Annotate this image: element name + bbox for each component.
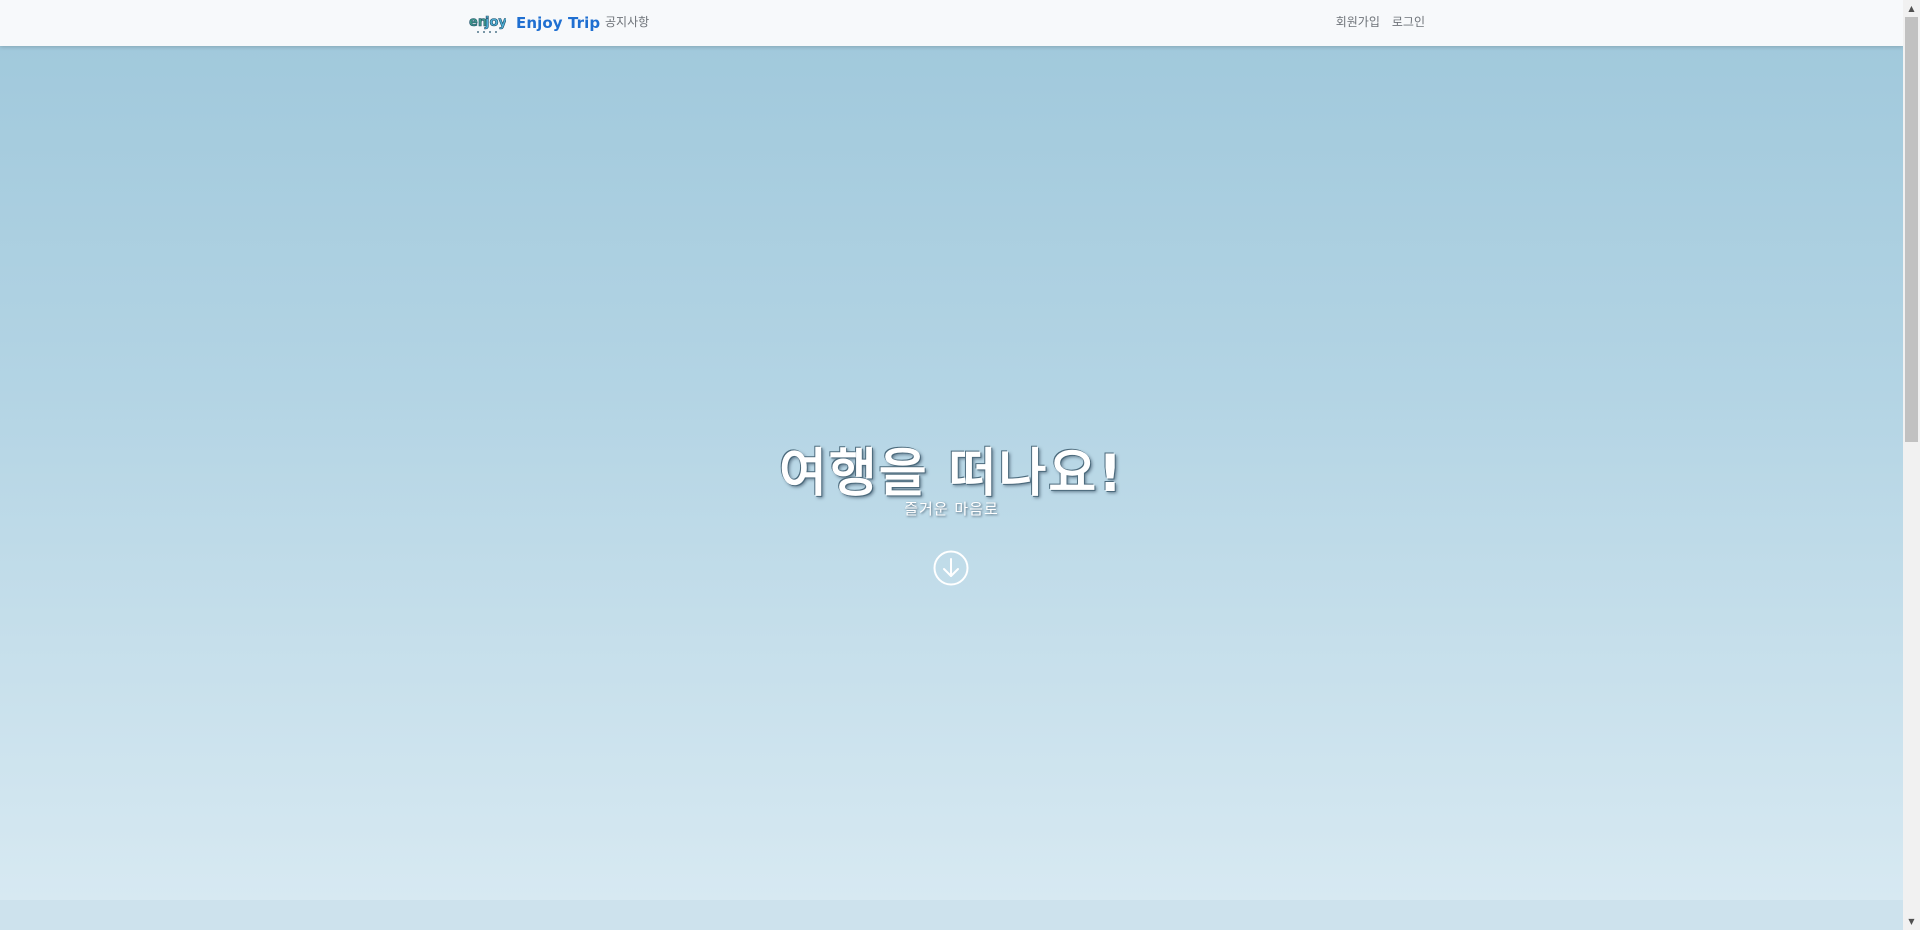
page: en joy Enjoy Trip 공지사항 회원가입 로그인 여행을 떠나요!… bbox=[0, 0, 1903, 930]
next-section-edge bbox=[0, 900, 1903, 930]
brand-link[interactable]: en joy Enjoy Trip bbox=[469, 0, 600, 46]
brand-name: Enjoy Trip bbox=[516, 14, 601, 32]
scroll-up-arrow-icon[interactable]: ▲ bbox=[1903, 0, 1920, 17]
hero-title: 여행을 떠나요! bbox=[779, 444, 1124, 504]
nav-notice-link[interactable]: 공지사항 bbox=[605, 0, 649, 46]
page-scrollbar[interactable]: ▲ ▼ bbox=[1903, 0, 1920, 930]
hero-section: 여행을 떠나요! 즐거운 마음로 bbox=[0, 46, 1903, 900]
top-navbar: en joy Enjoy Trip 공지사항 회원가입 로그인 bbox=[0, 0, 1903, 46]
hero-subtitle: 즐거운 마음로 bbox=[904, 500, 999, 518]
enjoy-trip-logo-icon: en joy bbox=[469, 15, 506, 33]
nav-signup-link[interactable]: 회원가입 bbox=[1336, 0, 1380, 46]
nav-user-menu: 회원가입 로그인 bbox=[1324, 0, 1425, 46]
arrow-down-circle-icon[interactable] bbox=[933, 550, 969, 586]
svg-text:joy: joy bbox=[484, 15, 506, 30]
navbar-container: en joy Enjoy Trip 공지사항 회원가입 로그인 bbox=[469, 0, 1425, 46]
scroll-down-arrow-icon[interactable]: ▼ bbox=[1903, 913, 1920, 930]
scrollbar-thumb[interactable] bbox=[1905, 17, 1918, 442]
nav-login-link[interactable]: 로그인 bbox=[1392, 0, 1425, 46]
